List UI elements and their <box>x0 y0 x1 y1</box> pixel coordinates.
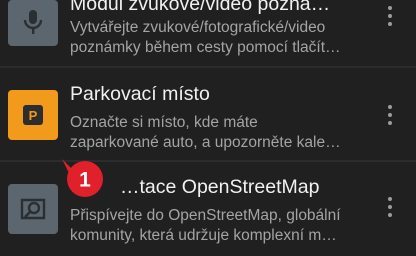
plugin-row-audio-video[interactable]: Modul zvukové/video pozná… Vytvářejte zv… <box>0 0 416 66</box>
plugin-title: …tace OpenStreetMap <box>120 176 320 198</box>
more-options-icon[interactable] <box>380 101 400 129</box>
plugin-description: Přispívejte do OpenStreetMap, globální k… <box>70 207 341 244</box>
step-number: 1 <box>79 169 91 192</box>
plugin-tile-audio-video <box>8 0 58 46</box>
parking-icon: P <box>23 105 43 125</box>
more-options-icon[interactable] <box>380 193 400 221</box>
plugin-tile-osm <box>8 184 58 234</box>
plugin-description: Vytvářejte zvukové/fotografické/video po… <box>70 19 341 56</box>
microphone-icon <box>23 10 43 34</box>
plugin-title: Modul zvukové/video pozná… <box>70 0 331 15</box>
osm-edit-icon <box>20 198 46 220</box>
svg-text:P: P <box>29 108 38 123</box>
plugin-tile-parking: P <box>8 90 58 140</box>
plugin-title: Parkovací místo <box>70 83 210 105</box>
step-annotation-badge: 1 <box>60 157 108 201</box>
plugin-row-parking[interactable]: P Parkovací místo Označte si místo, kde … <box>0 68 416 160</box>
more-options-icon[interactable] <box>380 2 400 30</box>
plugin-description: Označte si místo, kde máte zaparkované a… <box>70 114 341 151</box>
